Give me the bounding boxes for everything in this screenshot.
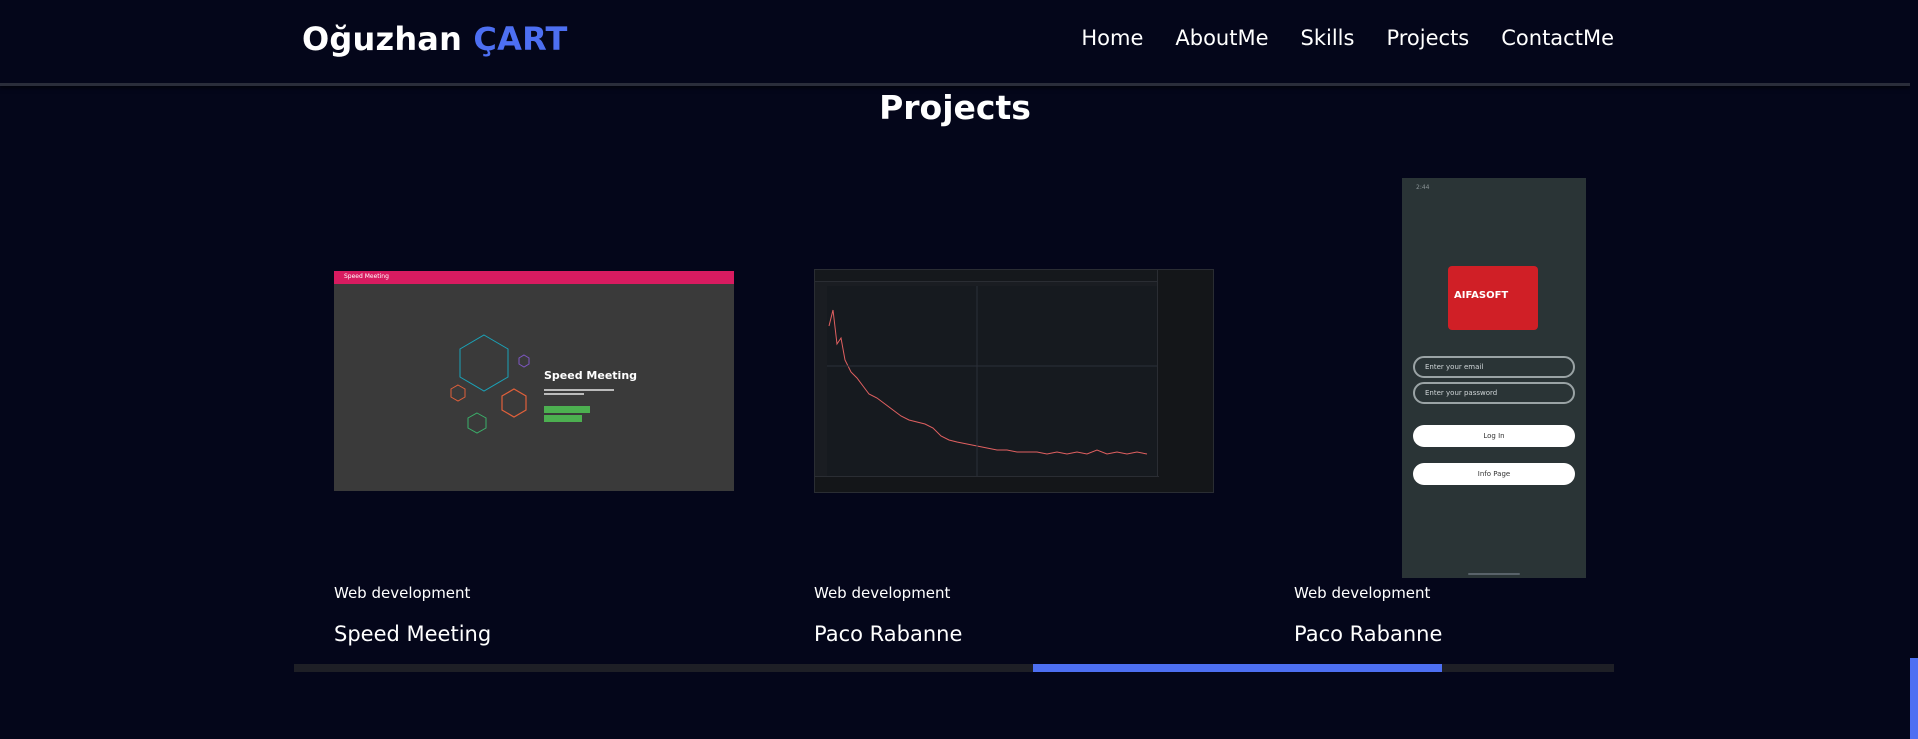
project-thumbnail[interactable]: 2:44 AIFASOFT Enter your email Enter you… bbox=[1294, 170, 1694, 580]
nav-skills[interactable]: Skills bbox=[1301, 26, 1355, 50]
speed-meeting-button-2 bbox=[544, 415, 582, 422]
speed-meeting-heading: Speed Meeting bbox=[544, 369, 638, 382]
page-scrollbar[interactable] bbox=[1910, 0, 1918, 739]
nav-contactme[interactable]: ContactMe bbox=[1501, 26, 1614, 50]
project-card-paco-rabanne-1[interactable]: Web development Paco Rabanne bbox=[814, 170, 1214, 650]
section-title: Projects bbox=[879, 88, 1031, 127]
project-category: Web development bbox=[1294, 584, 1431, 602]
project-thumbnail[interactable] bbox=[814, 170, 1214, 580]
trading-screenshot bbox=[814, 269, 1214, 493]
info-page-button: Info Page bbox=[1413, 463, 1575, 485]
status-bar: 2:44 bbox=[1416, 184, 1430, 191]
hexagons-graphic bbox=[450, 334, 530, 434]
speed-meeting-button-1 bbox=[544, 406, 590, 413]
site-header: Oğuzhan ÇART Home AboutMe Skills Project… bbox=[0, 0, 1910, 86]
home-indicator bbox=[1468, 573, 1520, 575]
speed-meeting-subtext bbox=[544, 389, 624, 395]
project-title[interactable]: Paco Rabanne bbox=[1294, 622, 1442, 646]
project-card-paco-rabanne-2[interactable]: 2:44 AIFASOFT Enter your email Enter you… bbox=[1294, 170, 1694, 650]
trading-toolbar bbox=[815, 270, 1213, 282]
page-scrollbar-thumb[interactable] bbox=[1910, 658, 1918, 739]
slider-progress-track[interactable] bbox=[294, 664, 1614, 672]
order-book bbox=[1157, 270, 1213, 492]
main-nav: Home AboutMe Skills Projects ContactMe bbox=[1081, 26, 1614, 50]
price-line bbox=[827, 286, 1157, 476]
project-category: Web development bbox=[334, 584, 471, 602]
trading-footer bbox=[815, 476, 1159, 492]
project-title[interactable]: Speed Meeting bbox=[334, 622, 491, 646]
brand-first-name: Oğuzhan bbox=[302, 20, 463, 58]
speed-meeting-screenshot: Speed Meeting Speed Meeting bbox=[334, 271, 734, 491]
project-thumbnail[interactable]: Speed Meeting Speed Meeting bbox=[334, 170, 734, 580]
mobile-login-screenshot: 2:44 AIFASOFT Enter your email Enter you… bbox=[1402, 178, 1586, 578]
logo-text: AIFASOFT bbox=[1454, 290, 1509, 301]
slider-progress-fill[interactable] bbox=[1033, 664, 1443, 672]
nav-aboutme[interactable]: AboutMe bbox=[1175, 26, 1268, 50]
password-field: Enter your password bbox=[1413, 382, 1575, 404]
project-title[interactable]: Paco Rabanne bbox=[814, 622, 962, 646]
brand-last-name: ÇART bbox=[473, 20, 568, 58]
nav-home[interactable]: Home bbox=[1081, 26, 1143, 50]
nav-projects[interactable]: Projects bbox=[1386, 26, 1469, 50]
login-button: Log In bbox=[1413, 425, 1575, 447]
brand-logo[interactable]: Oğuzhan ÇART bbox=[302, 20, 568, 58]
price-chart bbox=[827, 286, 1157, 476]
project-card-speed-meeting[interactable]: Speed Meeting Speed Meeting Web developm… bbox=[334, 170, 734, 650]
project-category: Web development bbox=[814, 584, 951, 602]
email-field: Enter your email bbox=[1413, 356, 1575, 378]
